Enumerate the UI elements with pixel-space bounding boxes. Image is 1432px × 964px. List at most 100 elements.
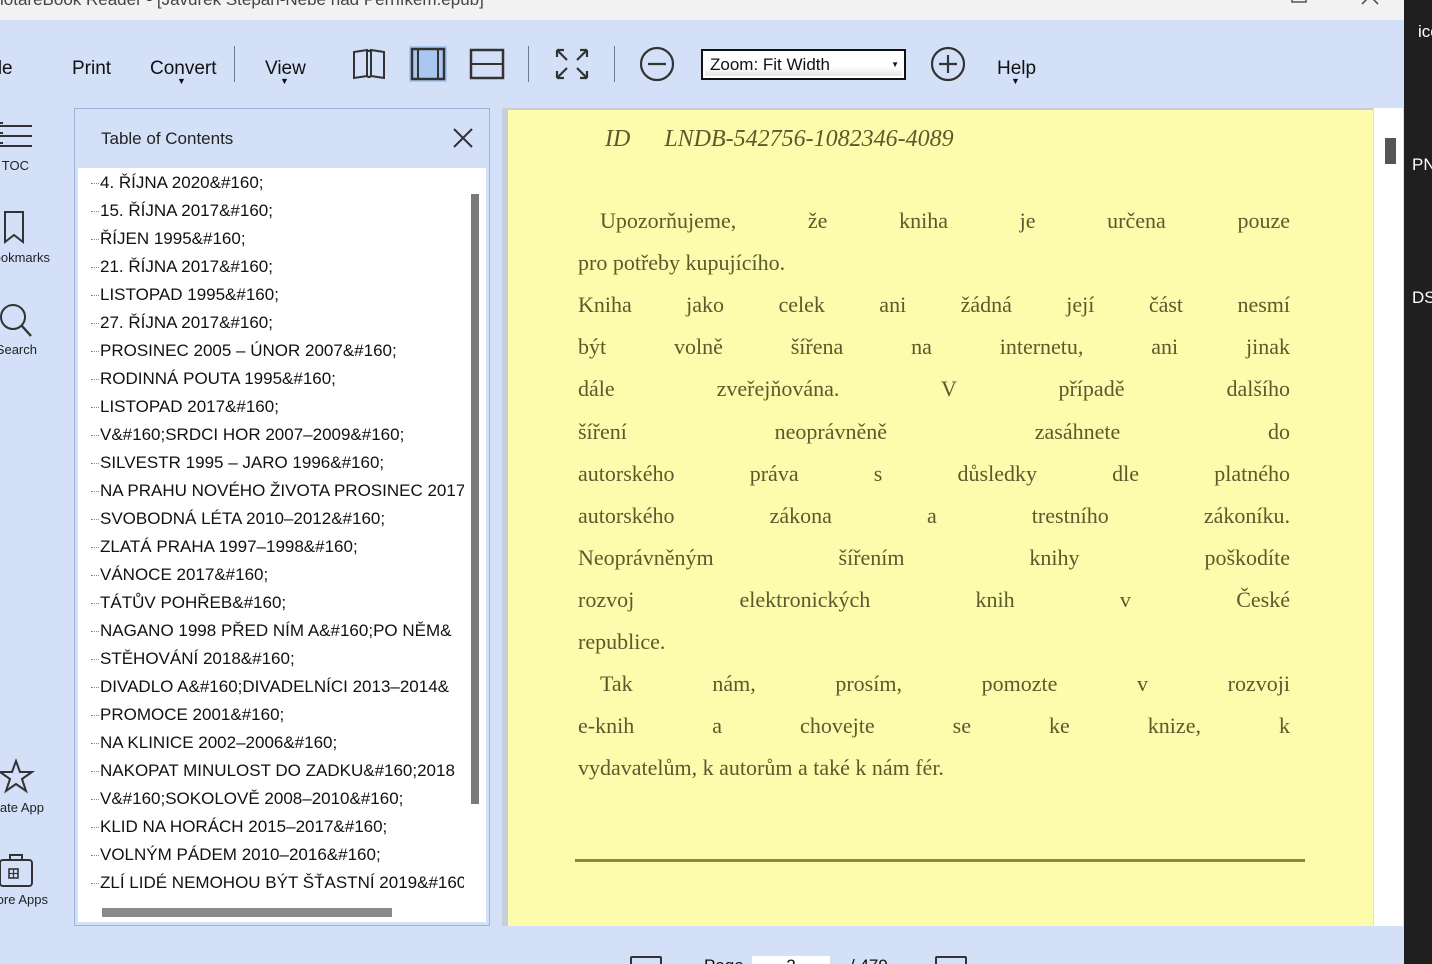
page-text-line: šíření neoprávněně zasáhnete do — [578, 418, 1290, 444]
list-icon — [0, 122, 32, 147]
toc-list: 4. ŘÍJNA 2020&#160; 15. ŘÍJNA 2017&#160; Ř… — [78, 168, 464, 900]
window-title: lotareBook Reader - [Javůrek Štěpán-Nebe… — [0, 0, 484, 10]
star-icon — [0, 758, 36, 794]
toc-item[interactable]: LISTOPAD 1995&#160; — [78, 281, 464, 309]
status-bar: Page 2 / 479 — [0, 926, 1404, 964]
reader-scrollbar[interactable] — [1373, 108, 1403, 926]
page-text-line: autorského práva s důsledky dle platného — [578, 460, 1290, 486]
fullscreen-icon[interactable] — [553, 46, 591, 82]
sidebar-item-rate-app[interactable]: Rate App — [0, 758, 74, 838]
sidebar-label: More Apps — [0, 892, 48, 907]
toc-item[interactable]: ZLÍ LIDÉ NEMOHOU BÝT ŠŤASTNÍ 2019&#160 — [78, 869, 464, 897]
toolbar-divider — [528, 46, 529, 82]
reader-area: ID LNDB-542756-1082346-4089 Upozorňujeme… — [502, 108, 1403, 926]
page-total: / 479 — [850, 956, 888, 964]
page-text-line: rozvoj elektronických knih v České — [578, 586, 1290, 612]
sidebar-label: Search — [0, 342, 37, 357]
page-text-line: autorského zákona a trestního zákoníku. — [578, 502, 1290, 528]
chevron-down-icon: ▼ — [1011, 76, 1020, 86]
sidebar-label: TOC — [1, 158, 29, 173]
toc-item[interactable]: 21. ŘÍJNA 2017&#160; — [78, 253, 464, 281]
page-text-line: být volně šířena na internetu, ani jinak — [578, 334, 1290, 360]
toc-item[interactable]: TÁTŮV POHŘEB&#160; — [78, 589, 464, 617]
page-text-line: Kniha jako celek ani žádná její část nes… — [578, 292, 1290, 318]
toc-item[interactable]: RODINNÁ POUTA 1995&#160; — [78, 365, 464, 393]
zoom-in-icon[interactable] — [929, 46, 967, 82]
toc-item[interactable]: ZLATÁ PRAHA 1997–1998&#160; — [78, 533, 464, 561]
sidebar-item-bookmarks[interactable]: Bookmarks — [0, 208, 74, 288]
toc-horizontal-scrollbar[interactable] — [78, 900, 486, 922]
zoom-select[interactable]: Zoom: Fit Width ▼ — [701, 49, 906, 80]
page-text-line: e-knih a chovejte se ke knize, k — [578, 713, 1290, 739]
close-window-icon[interactable] — [1360, 0, 1380, 18]
previous-page-button[interactable] — [630, 956, 662, 964]
toc-item[interactable]: V&#160;SRDCI HOR 2007–2009&#160; — [78, 421, 464, 449]
toolbar-divider — [234, 46, 235, 82]
store-icon — [0, 854, 33, 887]
left-sidebar: TOC Bookmarks Search Rate App More Apps — [0, 108, 74, 928]
page-text-line: Neoprávněným šířením knihy poškodíte — [578, 544, 1290, 570]
toc-item[interactable]: VÁNOCE 2017&#160; — [78, 561, 464, 589]
strip-item: DSC — [1412, 288, 1432, 307]
toc-item[interactable]: 15. ŘÍJNA 2017&#160; — [78, 197, 464, 225]
id-label: ID — [605, 126, 631, 152]
page-text-line: pro potřeby kupujícího. — [578, 250, 786, 276]
toc-item[interactable]: PROSINEC 2005 – ÚNOR 2007&#160; — [78, 337, 464, 365]
page-divider — [575, 859, 1305, 862]
zoom-value: Zoom: Fit Width — [710, 55, 830, 74]
toc-item[interactable]: VOLNÝM PÁDEM 2010–2016&#160; — [78, 841, 464, 869]
page-text-line: vydavatelům, k autorům a také k nám fér. — [578, 755, 944, 781]
page-text-line: Tak nám, prosím, pomozte v rozvoji — [578, 671, 1290, 697]
toc-item[interactable]: NAKOPAT MINULOST DO ZADKU&#160;2018 — [78, 757, 464, 785]
sidebar-item-more-apps[interactable]: More Apps — [0, 850, 74, 930]
sidebar-label: Rate App — [0, 800, 44, 815]
toc-item[interactable]: NA PRAHU NOVÉHO ŽIVOTA PROSINEC 2017 — [78, 477, 464, 505]
sidebar-item-search[interactable]: Search — [0, 300, 74, 380]
title-bar: lotareBook Reader - [Javůrek Štěpán-Nebe… — [0, 0, 1404, 20]
scroll-thumb[interactable] — [471, 194, 479, 804]
close-icon[interactable] — [451, 126, 475, 150]
print-button[interactable]: Print — [72, 58, 111, 80]
toc-item[interactable]: NA KLINICE 2002–2006&#160; — [78, 729, 464, 757]
toc-header: Table of Contents — [75, 109, 489, 167]
toolbar: File Print Convert ▼ View ▼ Zoom: Fit Wi… — [0, 20, 1404, 108]
toc-title: Table of Contents — [101, 129, 234, 148]
toc-vertical-scrollbar[interactable] — [464, 168, 486, 900]
toc-item[interactable]: 4. ŘÍJNA 2020&#160; — [78, 169, 464, 197]
toc-item[interactable]: V&#160;SOKOLOVĚ 2008–2010&#160; — [78, 785, 464, 813]
next-page-button[interactable] — [935, 956, 967, 964]
zoom-out-icon[interactable] — [638, 46, 676, 82]
scroll-thumb[interactable] — [102, 908, 392, 917]
scroll-view-icon[interactable] — [468, 46, 506, 82]
search-icon — [0, 304, 32, 337]
background-window-strip: ico PNG DSC — [1404, 0, 1432, 964]
chevron-down-icon: ▼ — [177, 76, 186, 86]
page-number-input[interactable]: 2 — [752, 956, 830, 964]
sidebar-label: Bookmarks — [0, 250, 50, 265]
toc-item[interactable]: ŘÍJEN 1995&#160; — [78, 225, 464, 253]
strip-item: ico — [1418, 22, 1432, 41]
maximize-icon[interactable] — [1290, 0, 1308, 18]
toc-panel: Table of Contents 4. ŘÍJNA 2020&#160; 15.… — [74, 108, 490, 926]
toc-item[interactable]: DIVADLO A&#160;DIVADELNÍCI 2013–2014& — [78, 673, 464, 701]
toolbar-divider — [614, 46, 615, 82]
toc-item[interactable]: STĚHOVÁNÍ 2018&#160; — [78, 645, 464, 673]
toc-item[interactable]: 27. ŘÍJNA 2017&#160; — [78, 309, 464, 337]
sidebar-item-toc[interactable]: TOC — [0, 118, 74, 198]
scroll-thumb[interactable] — [1385, 138, 1396, 164]
file-menu[interactable]: File — [0, 58, 13, 80]
toc-item[interactable]: SVOBODNÁ LÉTA 2010–2012&#160; — [78, 505, 464, 533]
two-page-view-icon[interactable] — [350, 46, 388, 82]
toc-item[interactable]: LISTOPAD 2017&#160; — [78, 393, 464, 421]
page-text-line: dále zveřejňována. V případě dalšího — [578, 376, 1290, 402]
single-page-view-icon[interactable] — [409, 46, 447, 82]
toc-item[interactable]: KLID NA HORÁCH 2015–2017&#160; — [78, 813, 464, 841]
book-page: ID LNDB-542756-1082346-4089 Upozorňujeme… — [508, 110, 1373, 926]
toc-item[interactable]: SILVESTR 1995 – JARO 1996&#160; — [78, 449, 464, 477]
toc-item[interactable]: NAGANO 1998 PŘED NÍM A&#160;PO NĚM& — [78, 617, 464, 645]
chevron-down-icon: ▼ — [891, 60, 899, 69]
page-text-line: Upozorňujeme, že kniha je určena pouze — [578, 208, 1290, 233]
toc-item[interactable]: PROMOCE 2001&#160; — [78, 701, 464, 729]
strip-item: PNG — [1412, 155, 1432, 174]
page-label: Page — [704, 956, 744, 964]
